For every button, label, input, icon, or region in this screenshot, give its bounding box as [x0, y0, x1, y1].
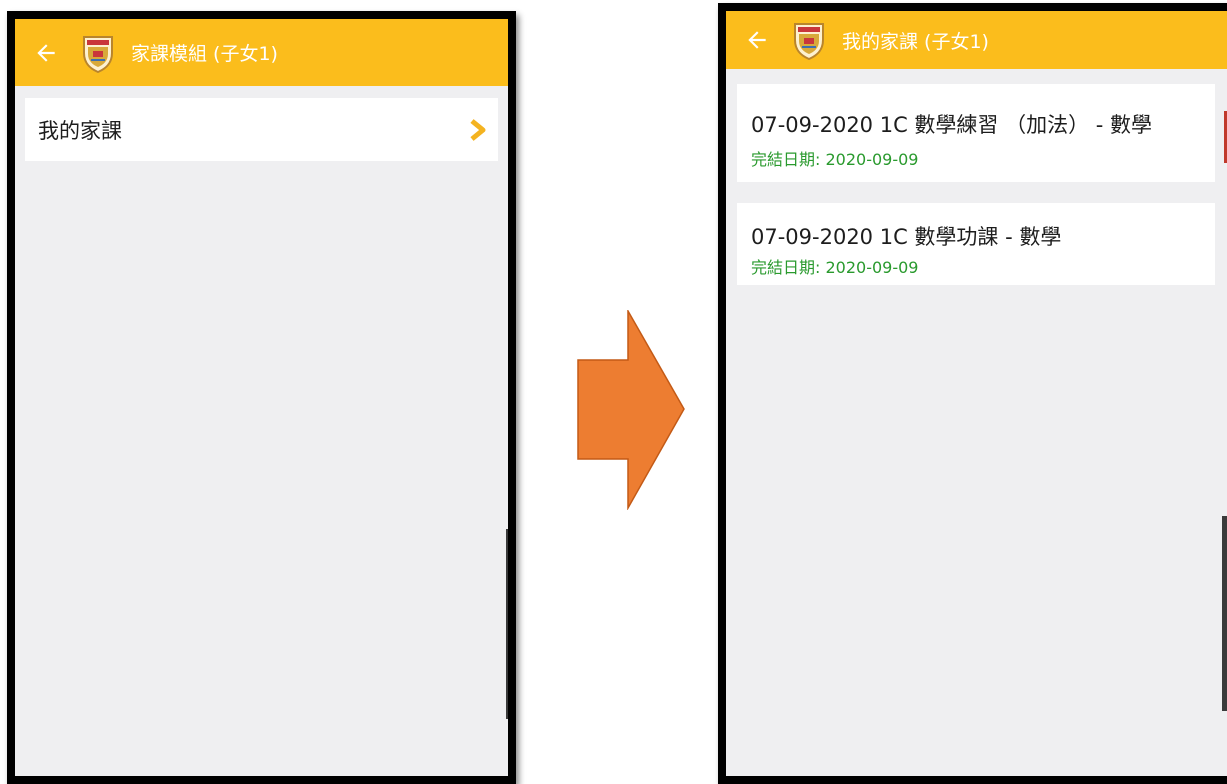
menu-item-my-homework[interactable]: 我的家課: [25, 98, 498, 161]
arrow-left-icon[interactable]: [33, 40, 59, 66]
homework-item[interactable]: 07-09-2020 1C 數學功課 - 數學 完結日期: 2020-09-09: [737, 203, 1215, 285]
arrow-left-icon[interactable]: [744, 27, 770, 53]
app-bar: 家課模組 (子女1): [15, 19, 508, 86]
homework-due-date: 完結日期: 2020-09-09: [751, 150, 919, 169]
scrollbar[interactable]: [1222, 516, 1227, 711]
homework-due-date: 完結日期: 2020-09-09: [751, 258, 919, 277]
arrow-right-icon: [577, 310, 685, 510]
homework-title: 07-09-2020 1C 數學功課 - 數學: [751, 225, 1062, 249]
right-phone-screen: 我的家課 (子女1) 07-09-2020 1C 數學練習 （加法） - 數學 …: [718, 3, 1227, 784]
app-bar: 我的家課 (子女1): [726, 11, 1227, 69]
school-crest-icon: [83, 35, 113, 73]
page-title: 家課模組 (子女1): [131, 43, 278, 65]
scrollbar[interactable]: [506, 529, 508, 719]
menu-item-label: 我的家課: [38, 118, 122, 143]
school-crest-icon: [794, 23, 824, 60]
chevron-right-icon: [470, 119, 486, 141]
homework-item[interactable]: 07-09-2020 1C 數學練習 （加法） - 數學 完結日期: 2020-…: [737, 84, 1215, 182]
homework-title: 07-09-2020 1C 數學練習 （加法） - 數學: [751, 113, 1153, 137]
left-phone-screen: 家課模組 (子女1) 我的家課: [7, 11, 516, 784]
page-title: 我的家課 (子女1): [842, 30, 989, 53]
